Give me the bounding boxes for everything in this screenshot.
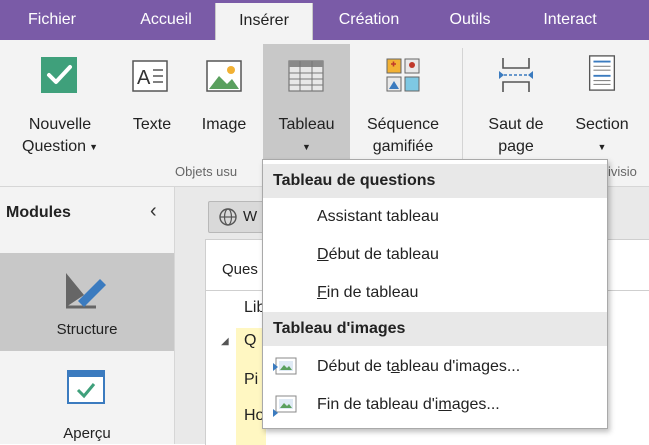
gamified-sequence-label: Séquence gamifiée [366, 116, 440, 155]
group-label-division: ivisio [608, 164, 637, 179]
table-button[interactable]: Tableau ▼ [263, 44, 350, 163]
questions-tab[interactable]: Ques [222, 261, 258, 278]
list-item[interactable]: Pi [244, 371, 258, 389]
image-button[interactable]: Image [192, 44, 256, 170]
image-table-start-icon [273, 357, 297, 375]
tab-creation[interactable]: Création [326, 0, 412, 40]
module-apercu[interactable]: Aperçu [0, 359, 174, 444]
table-dropdown-menu: Tableau de questions Assistant tableau D… [262, 159, 608, 429]
module-structure[interactable]: Structure [0, 253, 174, 351]
expand-triangle-icon[interactable]: ◢ [221, 336, 229, 347]
module-structure-label: Structure [56, 321, 118, 338]
menu-item-table-end[interactable]: Fin de tableau [263, 275, 607, 311]
gamified-sequence-icon [386, 58, 420, 92]
tab-outils[interactable]: Outils [430, 0, 510, 40]
tab-inserer[interactable]: Insérer [215, 3, 313, 40]
section-icon [588, 55, 616, 91]
menu-header-questions: Tableau de questions [263, 164, 607, 198]
menu-header-images: Tableau d'images [263, 312, 607, 346]
menu-item-table-start[interactable]: Début de tableau [263, 237, 607, 273]
menu-item-image-table-start[interactable]: Début de tableau d'images... [263, 349, 607, 385]
gamified-sequence-button[interactable]: Séquence gamifiée [358, 44, 448, 170]
page-break-button[interactable]: Saut de page [476, 44, 556, 170]
module-apercu-label: Aperçu [63, 425, 111, 442]
new-question-label: Nouvelle Question ▼ [22, 116, 98, 156]
svg-text:A: A [137, 67, 151, 89]
section-button[interactable]: Section ▼ [566, 44, 638, 170]
collapse-chevron-icon[interactable]: ‹ [150, 200, 157, 223]
text-block-icon: A [132, 60, 168, 92]
tab-accueil[interactable]: Accueil [118, 0, 214, 40]
table-label: Tableau ▼ [278, 116, 335, 152]
text-label: Texte [132, 116, 172, 133]
page-break-label: Saut de page [488, 116, 544, 155]
image-table-end-icon [273, 395, 297, 417]
section-label: Section ▼ [575, 116, 629, 152]
new-question-button[interactable]: Nouvelle Question ▼ [8, 44, 112, 170]
caret-down-icon: ▼ [597, 142, 607, 152]
checkbox-checked-icon [41, 57, 77, 93]
text-button[interactable]: A Texte [122, 44, 182, 170]
group-label-objets: Objets usu [175, 164, 238, 179]
picture-icon [206, 60, 242, 92]
modules-title: Modules [6, 204, 71, 221]
menu-item-table-wizard[interactable]: Assistant tableau [263, 199, 607, 235]
preview-icon [67, 370, 105, 404]
image-label: Image [201, 116, 247, 133]
ribbon-tab-bar: Fichier Accueil Insérer Création Outils … [0, 0, 649, 40]
table-grid-icon [288, 60, 324, 92]
page-break-icon [499, 58, 533, 92]
modules-panel: Modules ‹ Structure Aperçu [0, 187, 175, 444]
caret-down-icon: ▼ [89, 142, 98, 152]
menu-item-image-table-end[interactable]: Fin de tableau d'images... [263, 387, 607, 423]
caret-down-icon: ▼ [302, 142, 311, 152]
web-button-label: W [243, 208, 258, 225]
ribbon-separator [462, 48, 463, 160]
globe-icon [219, 208, 237, 226]
list-item[interactable]: Q [244, 332, 256, 350]
structure-icon [66, 273, 106, 309]
tab-interact[interactable]: Interact [526, 0, 614, 40]
tab-fichier[interactable]: Fichier [0, 0, 104, 40]
